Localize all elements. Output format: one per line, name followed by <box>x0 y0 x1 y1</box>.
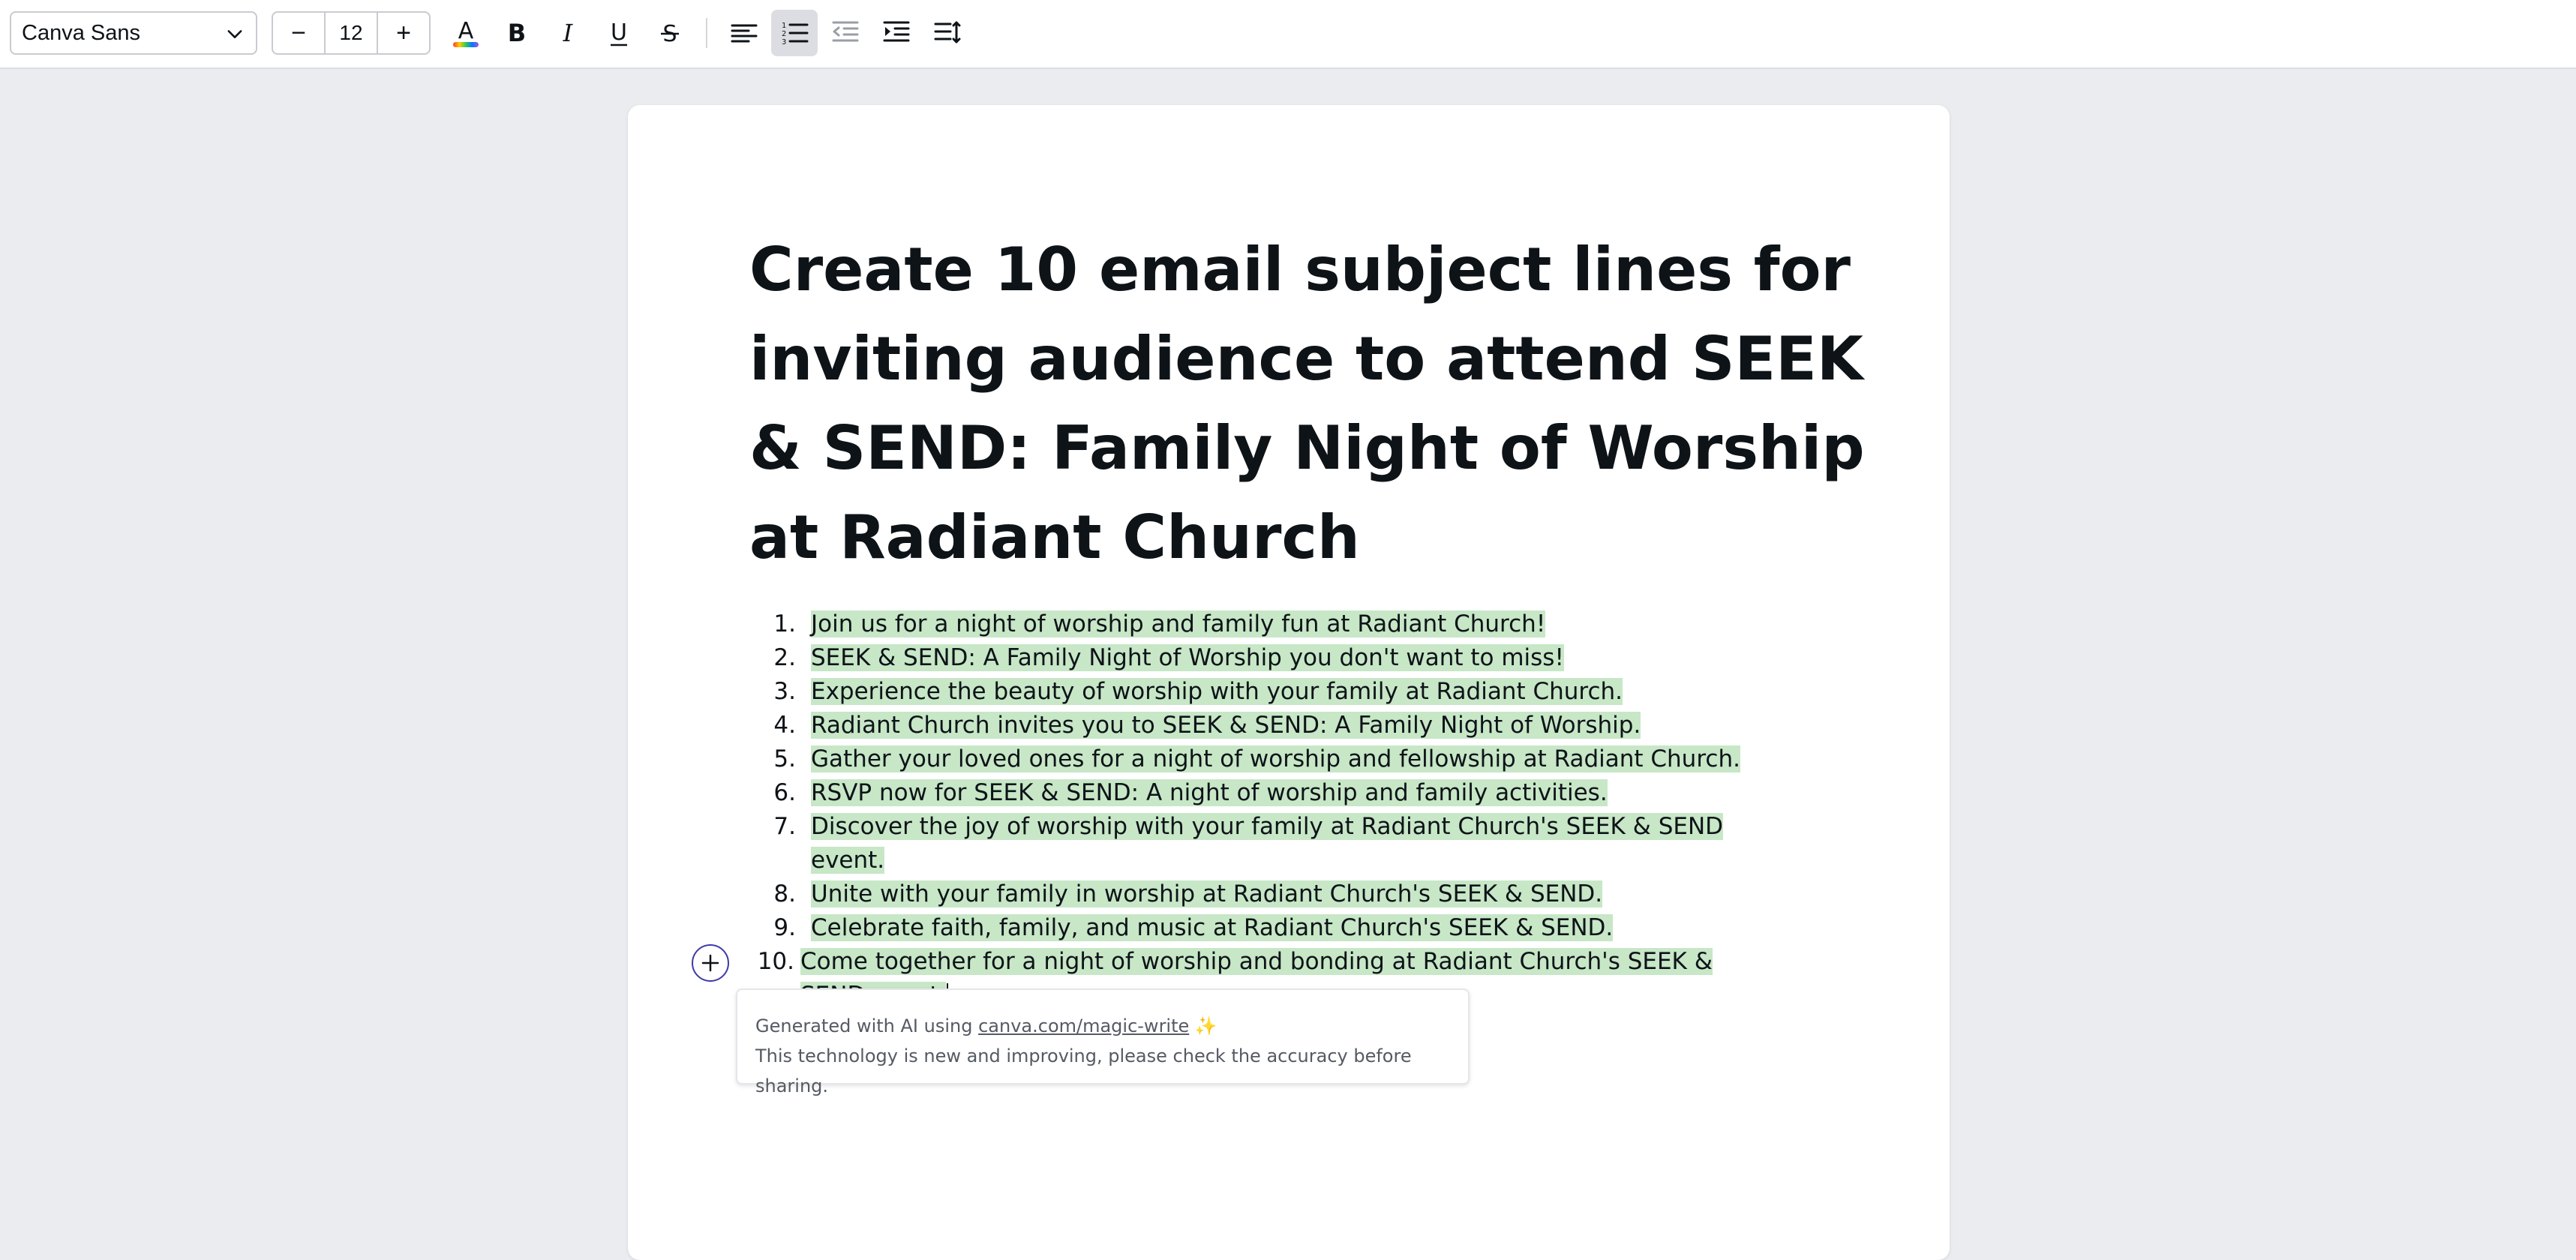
list-item-number: 7. <box>773 813 796 840</box>
svg-text:U: U <box>611 20 627 46</box>
list-item-text[interactable]: RSVP now for SEEK & SEND: A night of wor… <box>811 779 1608 806</box>
list-item-number: 9. <box>773 914 796 941</box>
align-left-icon <box>731 24 758 43</box>
decrease-indent-button[interactable] <box>822 10 869 56</box>
numbered-list-icon: 1 2 3 <box>782 22 809 46</box>
list-item[interactable]: 2. SEEK & SEND: A Family Night of Worshi… <box>748 641 1903 675</box>
document-title[interactable]: Create 10 email subject lines for inviti… <box>749 225 1905 582</box>
list-item-text[interactable]: SEEK & SEND: A Family Night of Worship y… <box>811 644 1564 671</box>
magic-write-link[interactable]: canva.com/magic-write <box>978 1016 1189 1036</box>
font-family-dropdown[interactable]: Canva Sans <box>10 11 257 55</box>
increase-indent-button[interactable] <box>873 10 920 56</box>
svg-text:B: B <box>508 19 526 47</box>
list-item[interactable]: 3. Experience the beauty of worship with… <box>748 675 1903 709</box>
list-item-text[interactable]: Experience the beauty of worship with yo… <box>811 678 1623 705</box>
ai-disclaimer-popover: Generated with AI using canva.com/magic-… <box>736 988 1470 1096</box>
numbered-list: 1. Join us for a night of worship and fa… <box>748 608 1903 1012</box>
add-block-button[interactable] <box>692 944 729 982</box>
list-item-number: 2. <box>773 644 796 671</box>
list-item[interactable]: 5. Gather your loved ones for a night of… <box>748 742 1903 776</box>
ai-disclaimer-line1: Generated with AI using canva.com/magic-… <box>755 1011 1450 1041</box>
line-spacing-button[interactable] <box>924 10 971 56</box>
ai-disclaimer-prefix: Generated with AI using <box>755 1016 979 1036</box>
italic-icon: I <box>563 19 574 47</box>
text-color-glyph: A <box>458 18 474 44</box>
list-item-number: 8. <box>773 880 796 908</box>
list-item[interactable]: 9. Celebrate faith, family, and music at… <box>748 911 1903 945</box>
svg-text:1: 1 <box>782 22 786 30</box>
list-item-number: 3. <box>773 678 796 705</box>
list-item-number: 4. <box>773 712 796 739</box>
ai-disclaimer-line2: This technology is new and improving, pl… <box>755 1046 1412 1096</box>
svg-text:2: 2 <box>782 30 786 38</box>
toolbar: Canva Sans − 12 + A B I U S 1 2 3 <box>0 0 2576 69</box>
list-item[interactable]: 7. Discover the joy of worship with your… <box>748 810 1903 878</box>
list-item-text[interactable]: Unite with your family in worship at Rad… <box>811 880 1603 908</box>
bold-icon: B <box>508 19 526 47</box>
font-size-stepper: − 12 + <box>272 11 431 55</box>
increase-font-size-button[interactable]: + <box>378 13 429 53</box>
chevron-down-icon <box>227 30 242 38</box>
list-item[interactable]: 1. Join us for a night of worship and fa… <box>748 608 1903 641</box>
sparkle-icon: ✨ <box>1194 1016 1217 1036</box>
font-family-value: Canva Sans <box>22 20 140 45</box>
align-left-button[interactable] <box>721 10 767 56</box>
list-item-text[interactable]: Discover the joy of worship with your fa… <box>811 813 1724 874</box>
numbered-list-button[interactable]: 1 2 3 <box>771 10 818 56</box>
outdent-icon <box>832 21 859 42</box>
list-item-number: 1. <box>773 610 796 638</box>
strikethrough-button[interactable]: S <box>647 10 693 56</box>
underline-button[interactable]: U <box>596 10 642 56</box>
italic-button[interactable]: I <box>545 10 591 56</box>
text-color-button[interactable]: A <box>443 10 489 56</box>
strikethrough-icon: S <box>661 21 679 47</box>
underline-icon: U <box>611 20 627 46</box>
bold-button[interactable]: B <box>494 10 540 56</box>
list-item-number: 10. <box>757 948 794 975</box>
list-item-text[interactable]: Gather your loved ones for a night of wo… <box>811 746 1740 772</box>
list-item-text[interactable]: Radiant Church invites you to SEEK & SEN… <box>811 712 1641 739</box>
decrease-font-size-button[interactable]: − <box>273 13 324 53</box>
list-item[interactable]: 6. RSVP now for SEEK & SEND: A night of … <box>748 776 1903 810</box>
list-item-number: 5. <box>773 746 796 772</box>
list-item-text[interactable]: Join us for a night of worship and famil… <box>811 610 1546 638</box>
indent-icon <box>883 21 910 42</box>
list-item-number: 6. <box>773 779 796 806</box>
line-spacing-icon <box>934 21 961 44</box>
font-size-input[interactable]: 12 <box>324 13 378 53</box>
svg-text:I: I <box>563 19 574 47</box>
list-item[interactable]: 8. Unite with your family in worship at … <box>748 878 1903 911</box>
list-item-text[interactable]: Celebrate faith, family, and music at Ra… <box>811 914 1614 941</box>
plus-icon <box>701 954 719 972</box>
text-color-icon: A <box>453 18 479 47</box>
list-item[interactable]: 4. Radiant Church invites you to SEEK & … <box>748 709 1903 742</box>
svg-text:3: 3 <box>782 38 786 46</box>
toolbar-divider <box>706 18 707 48</box>
